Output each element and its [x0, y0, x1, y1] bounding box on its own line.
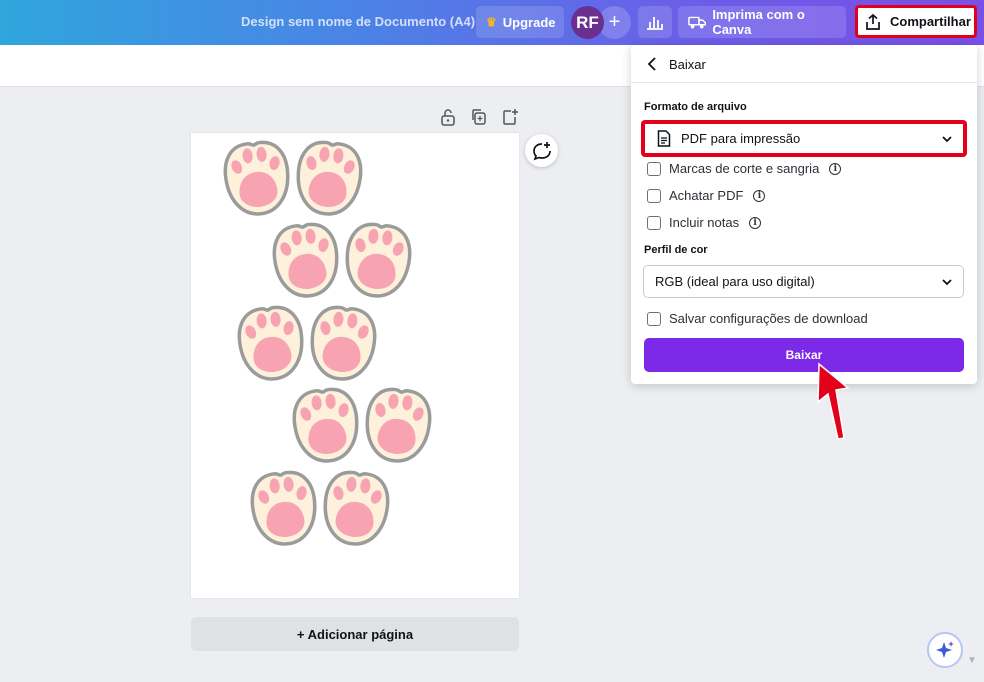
duplicate-icon[interactable] — [471, 108, 487, 126]
paw-print[interactable] — [289, 385, 363, 466]
paw-artwork — [220, 138, 435, 549]
document-title[interactable]: Design sem nome de Documento (A4) — [241, 14, 475, 29]
panel-title: Baixar — [669, 57, 706, 72]
download-panel: Baixar Formato de arquivo PDF para impre… — [631, 45, 977, 384]
upgrade-button[interactable]: ♛ Upgrade — [476, 6, 564, 38]
upgrade-label: Upgrade — [502, 14, 556, 30]
page-tools — [440, 108, 518, 126]
crop-marks-checkbox[interactable] — [647, 161, 661, 176]
add-page-button[interactable]: + Adicionar página — [191, 617, 519, 651]
paw-print[interactable] — [292, 138, 366, 219]
paw-print[interactable] — [341, 220, 415, 301]
share-button[interactable]: Compartilhar — [855, 5, 977, 38]
color-profile-value: RGB (ideal para uso digital) — [655, 274, 815, 289]
annotation-arrow — [817, 362, 850, 440]
share-icon — [866, 13, 880, 30]
flatten-pdf-option[interactable]: Achatar PDF i — [647, 188, 766, 203]
print-with-canva-button[interactable]: Imprima com o Canva — [678, 6, 846, 38]
save-settings-label: Salvar configurações de download — [669, 311, 868, 326]
top-bar: Design sem nome de Documento (A4) ♛ Upgr… — [0, 0, 984, 45]
paw-print[interactable] — [269, 220, 343, 301]
lock-icon[interactable] — [440, 108, 456, 126]
save-settings-option[interactable]: Salvar configurações de download — [647, 311, 868, 326]
crop-marks-option[interactable]: Marcas de corte e sangria i — [647, 161, 842, 176]
file-format-value: PDF para impressão — [681, 131, 801, 146]
info-icon[interactable]: i — [829, 162, 842, 175]
info-icon[interactable]: i — [749, 216, 762, 229]
paw-print[interactable] — [306, 303, 380, 384]
flatten-pdf-label: Achatar PDF — [669, 188, 744, 203]
paw-print[interactable] — [319, 468, 393, 549]
add-page-icon[interactable] — [502, 108, 518, 126]
paw-print[interactable] — [220, 138, 294, 219]
include-notes-checkbox[interactable] — [647, 215, 661, 230]
save-settings-checkbox[interactable] — [647, 311, 661, 326]
chevron-left-icon — [647, 57, 656, 71]
document-icon — [657, 130, 671, 147]
color-profile-label: Perfil de cor — [644, 244, 708, 256]
comment-plus-icon — [532, 141, 551, 160]
share-label: Compartilhar — [890, 14, 971, 29]
color-profile-select[interactable]: RGB (ideal para uso digital) — [643, 265, 964, 298]
paw-print[interactable] — [361, 385, 435, 466]
add-comment-button[interactable] — [525, 134, 558, 167]
include-notes-label: Incluir notas — [669, 215, 740, 230]
analytics-button[interactable] — [638, 6, 672, 38]
file-format-label: Formato de arquivo — [644, 101, 747, 113]
back-button[interactable] — [643, 55, 661, 73]
crown-icon: ♛ — [486, 15, 497, 29]
plus-icon: + — [608, 11, 621, 33]
avatar-initials: RF — [576, 12, 599, 32]
bar-chart-icon — [647, 17, 663, 30]
avatar[interactable]: RF — [571, 6, 604, 39]
print-label: Imprima com o Canva — [712, 7, 805, 37]
crop-marks-label: Marcas de corte e sangria — [669, 161, 820, 176]
chevron-down-icon — [942, 135, 952, 142]
info-icon[interactable]: i — [753, 189, 766, 202]
sparkle-icon — [936, 641, 954, 658]
chevron-down-icon — [942, 278, 952, 285]
design-page[interactable] — [191, 133, 519, 598]
magic-assistant-button[interactable] — [927, 632, 963, 668]
include-notes-option[interactable]: Incluir notas i — [647, 215, 762, 230]
panel-header: Baixar — [631, 45, 977, 83]
paw-print[interactable] — [234, 303, 308, 384]
paw-print[interactable] — [247, 468, 321, 549]
flatten-pdf-checkbox[interactable] — [647, 188, 661, 203]
scroll-down-icon[interactable]: ▼ — [967, 655, 977, 666]
truck-icon — [688, 16, 707, 29]
file-format-select[interactable]: PDF para impressão — [641, 120, 967, 157]
